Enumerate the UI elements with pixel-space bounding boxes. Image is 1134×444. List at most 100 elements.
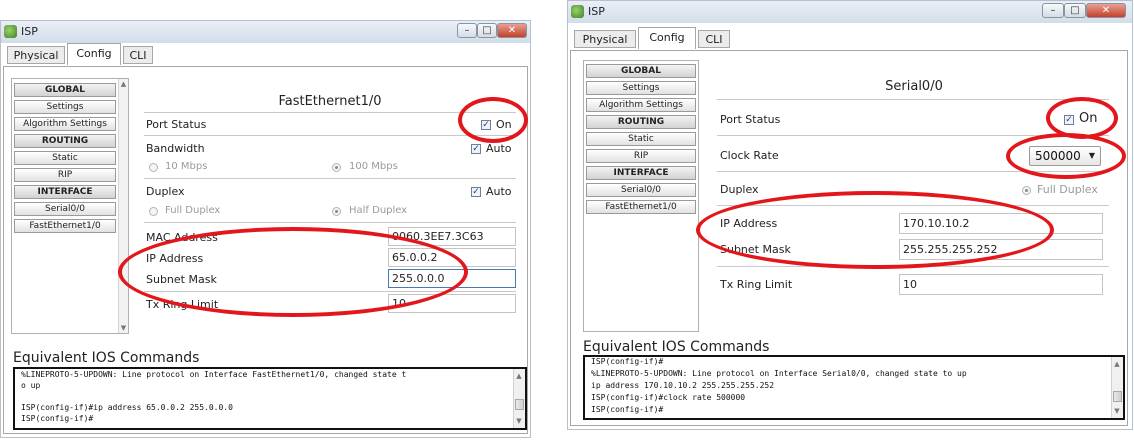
- subnet-mask-field[interactable]: 255.0.0.0: [388, 269, 516, 288]
- console-line: ISP(config-if)#clock rate 500000: [591, 393, 746, 402]
- tab-cli[interactable]: CLI: [698, 30, 730, 48]
- sidebar-routing: ROUTING: [14, 134, 116, 148]
- sidebar-rip[interactable]: RIP: [14, 168, 116, 182]
- window-title: ISP: [21, 25, 38, 38]
- close-button[interactable]: ✕: [497, 23, 527, 38]
- tx-ring-limit-field[interactable]: 10: [899, 274, 1103, 295]
- bandwidth-label: Bandwidth: [146, 142, 205, 155]
- section-title: FastEthernet1/0: [278, 94, 382, 109]
- console-line: ISP(config-if)#: [21, 414, 94, 423]
- tab-config[interactable]: Config: [638, 27, 696, 49]
- full-duplex-label: Full Duplex: [165, 205, 221, 216]
- console-scrollbar[interactable]: ▲ ▼: [1111, 357, 1123, 418]
- scroll-up-icon[interactable]: ▲: [119, 79, 128, 89]
- maximize-button[interactable]: □: [477, 23, 497, 38]
- duplex-auto-label: Auto: [486, 185, 512, 198]
- minimize-button[interactable]: –: [457, 23, 477, 38]
- sidebar-static[interactable]: Static: [14, 151, 116, 165]
- config-panel: GLOBAL Settings Algorithm Settings ROUTI…: [570, 50, 1128, 426]
- console-line: ISP(config-if)#: [591, 357, 664, 366]
- port-status-label: Port Status: [146, 118, 207, 131]
- sidebar-fastethernet1-0[interactable]: FastEthernet1/0: [14, 219, 116, 233]
- right-window: ISP – □ ✕ Physical Config CLI GLOBAL Set…: [567, 0, 1133, 430]
- scroll-thumb[interactable]: [515, 399, 524, 410]
- console-scrollbar[interactable]: ▲ ▼: [513, 369, 525, 428]
- section-title: Serial0/0: [885, 79, 943, 94]
- bandwidth-auto-checkbox[interactable]: ✓: [471, 144, 481, 154]
- sidebar-algorithm-settings[interactable]: Algorithm Settings: [586, 98, 696, 112]
- sidebar-interface: INTERFACE: [586, 166, 696, 180]
- divider: [717, 205, 1109, 206]
- sidebar-rip[interactable]: RIP: [586, 149, 696, 163]
- console-line: %LINEPROTO-5-UPDOWN: Line protocol on In…: [591, 369, 967, 378]
- duplex-label: Duplex: [720, 183, 759, 196]
- port-status-label: Port Status: [720, 113, 781, 126]
- bw-100-radio[interactable]: [332, 163, 341, 172]
- bw-10-radio[interactable]: [149, 163, 158, 172]
- sidebar-algorithm-settings[interactable]: Algorithm Settings: [14, 117, 116, 131]
- ios-console[interactable]: %LINEPROTO-5-UPDOWN: Line protocol on In…: [13, 367, 527, 430]
- sidebar-serial0-0[interactable]: Serial0/0: [14, 202, 116, 216]
- port-status-on-label: On: [1079, 111, 1098, 126]
- maximize-button[interactable]: □: [1064, 3, 1086, 18]
- ip-address-field[interactable]: 170.10.10.2: [899, 213, 1103, 234]
- port-status-checkbox[interactable]: ✓: [481, 120, 491, 130]
- minimize-button[interactable]: –: [1042, 3, 1064, 18]
- mac-address-field[interactable]: 0060.3EE7.3C63: [388, 227, 516, 246]
- full-duplex-radio[interactable]: [149, 207, 158, 216]
- config-sidebar: GLOBAL Settings Algorithm Settings ROUTI…: [11, 78, 129, 334]
- sidebar-global: GLOBAL: [14, 83, 116, 97]
- right-titlebar: ISP – □ ✕: [568, 1, 1132, 23]
- bw-10-label: 10 Mbps: [165, 161, 208, 172]
- ios-console[interactable]: ISP(config-if)# %LINEPROTO-5-UPDOWN: Lin…: [583, 355, 1125, 420]
- full-duplex-label: Full Duplex: [1037, 183, 1098, 196]
- sidebar-routing: ROUTING: [586, 115, 696, 129]
- bw-100-label: 100 Mbps: [349, 161, 398, 172]
- sidebar-settings[interactable]: Settings: [586, 81, 696, 95]
- clock-rate-select[interactable]: 500000 ▼: [1029, 146, 1101, 166]
- full-duplex-radio[interactable]: [1022, 186, 1031, 195]
- sidebar-settings[interactable]: Settings: [14, 100, 116, 114]
- tx-ring-limit-label: Tx Ring Limit: [720, 278, 793, 291]
- ip-address-label: IP Address: [146, 252, 204, 265]
- ios-commands-title: Equivalent IOS Commands: [13, 350, 200, 366]
- scroll-up-icon[interactable]: ▲: [514, 371, 524, 381]
- tab-physical[interactable]: Physical: [574, 30, 636, 48]
- tab-config[interactable]: Config: [67, 43, 121, 65]
- tab-physical[interactable]: Physical: [7, 46, 65, 64]
- scroll-down-icon[interactable]: ▼: [514, 416, 524, 426]
- console-line: o up: [21, 381, 41, 390]
- half-duplex-radio[interactable]: [332, 207, 341, 216]
- close-button[interactable]: ✕: [1086, 3, 1126, 18]
- console-line: ISP(config-if)#: [591, 405, 664, 414]
- mac-address-label: MAC Address: [146, 231, 218, 244]
- divider: [144, 178, 516, 179]
- sidebar-fastethernet1-0[interactable]: FastEthernet1/0: [586, 200, 696, 214]
- clock-rate-value: 500000: [1035, 149, 1081, 163]
- bandwidth-auto-label: Auto: [486, 142, 512, 155]
- ip-address-field[interactable]: 65.0.0.2: [388, 248, 516, 267]
- sidebar-scrollbar[interactable]: ▲ ▼: [118, 79, 128, 333]
- divider: [717, 266, 1109, 267]
- scroll-thumb[interactable]: [1113, 391, 1122, 402]
- divider: [717, 135, 1109, 136]
- scroll-up-icon[interactable]: ▲: [1112, 359, 1122, 369]
- port-status-checkbox[interactable]: ✓: [1064, 115, 1074, 125]
- ios-commands-title: Equivalent IOS Commands: [583, 339, 770, 355]
- tx-ring-limit-field[interactable]: 10: [388, 294, 516, 313]
- app-icon: [4, 25, 17, 38]
- divider: [144, 291, 516, 292]
- sidebar-global: GLOBAL: [586, 64, 696, 78]
- scroll-down-icon[interactable]: ▼: [119, 323, 128, 333]
- sidebar-static[interactable]: Static: [586, 132, 696, 146]
- subnet-mask-field[interactable]: 255.255.255.252: [899, 239, 1103, 260]
- window-title: ISP: [588, 5, 605, 18]
- scroll-down-icon[interactable]: ▼: [1112, 406, 1122, 416]
- left-titlebar: ISP – □ ✕: [1, 21, 530, 43]
- divider: [717, 99, 1109, 100]
- sidebar-serial0-0[interactable]: Serial0/0: [586, 183, 696, 197]
- duplex-auto-checkbox[interactable]: ✓: [471, 187, 481, 197]
- subnet-mask-label: Subnet Mask: [720, 243, 791, 256]
- tab-cli[interactable]: CLI: [123, 46, 153, 64]
- half-duplex-label: Half Duplex: [349, 205, 408, 216]
